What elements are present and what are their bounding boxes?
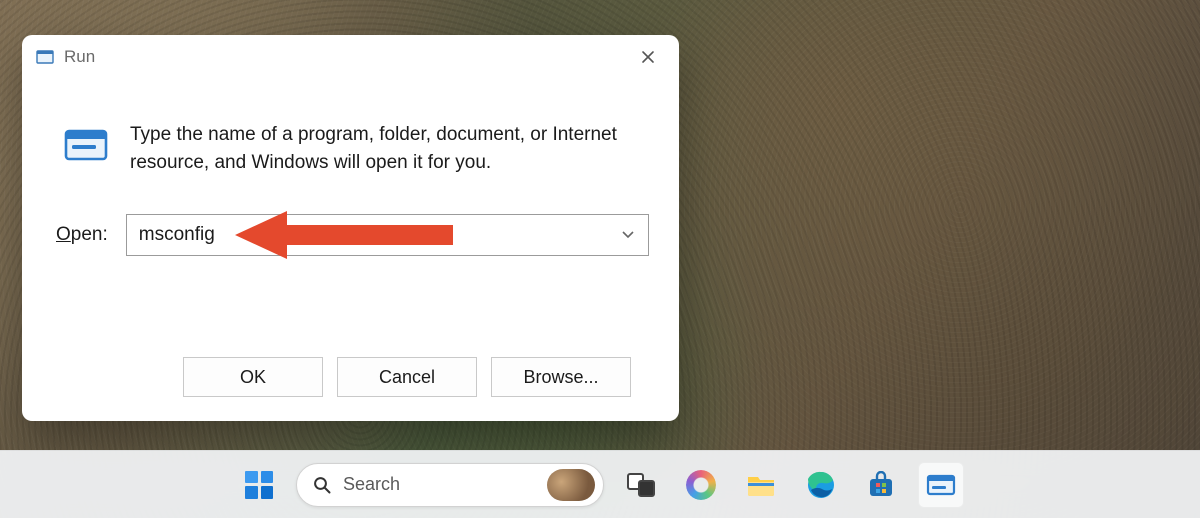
start-button[interactable] (236, 462, 282, 508)
run-window-icon (36, 48, 54, 66)
task-view-icon (627, 473, 655, 497)
dialog-description: Type the name of a program, folder, docu… (130, 121, 649, 176)
run-dialog: Run Type the name of a program, folder, … (22, 35, 679, 421)
open-label: Open: (56, 224, 108, 246)
copilot-icon (686, 470, 716, 500)
run-app-icon (926, 473, 956, 497)
search-icon (313, 476, 331, 494)
copilot-button[interactable] (678, 462, 724, 508)
dialog-body: Type the name of a program, folder, docu… (22, 79, 679, 421)
store-icon (867, 471, 895, 499)
run-icon (62, 121, 110, 169)
titlebar[interactable]: Run (22, 35, 679, 79)
dialog-buttons: OK Cancel Browse... (52, 357, 649, 421)
run-taskbar-button[interactable] (918, 462, 964, 508)
microsoft-store-button[interactable] (858, 462, 904, 508)
close-button[interactable] (627, 41, 669, 73)
search-placeholder: Search (343, 474, 535, 495)
edge-icon (806, 470, 836, 500)
search-highlight-icon (547, 469, 595, 501)
close-icon (641, 50, 655, 64)
windows-logo-icon (245, 471, 273, 499)
browse-button[interactable]: Browse... (491, 357, 631, 397)
open-combobox[interactable] (126, 214, 649, 256)
taskbar: Search (0, 450, 1200, 518)
file-explorer-button[interactable] (738, 462, 784, 508)
ok-button[interactable]: OK (183, 357, 323, 397)
window-title: Run (64, 47, 95, 67)
edge-button[interactable] (798, 462, 844, 508)
task-view-button[interactable] (618, 462, 664, 508)
open-input[interactable] (139, 224, 620, 246)
cancel-button[interactable]: Cancel (337, 357, 477, 397)
taskbar-search[interactable]: Search (296, 463, 604, 507)
file-explorer-icon (746, 473, 776, 497)
chevron-down-icon[interactable] (620, 231, 636, 239)
